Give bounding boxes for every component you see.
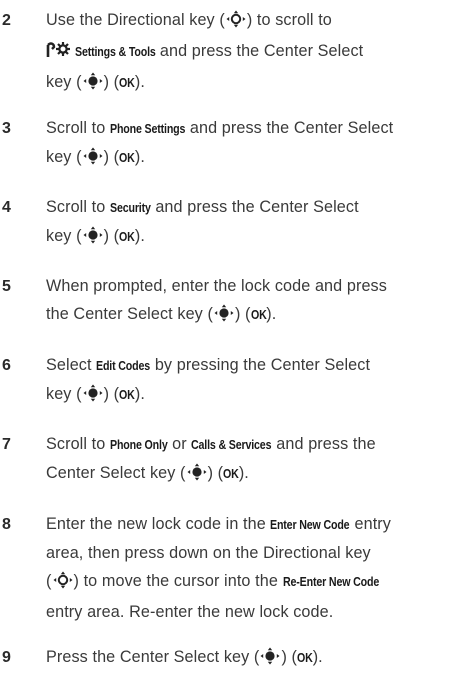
text-run: ) ( <box>207 464 224 482</box>
step-text-line: Scroll to Phone Settings and press the C… <box>46 114 452 143</box>
text-run: key ( <box>46 227 82 245</box>
step-text-line: Settings & Tools and press the Center Se… <box>46 37 452 68</box>
step-text-line: When prompted, enter the lock code and p… <box>46 272 452 300</box>
text-run: Scroll to <box>46 435 110 453</box>
menu-item-name: Enter New Code <box>270 517 350 532</box>
step-text-line: Select Edit Codes by pressing the Center… <box>46 351 452 380</box>
text-run: Enter the new lock code in the <box>46 515 271 533</box>
step-number: 2 <box>2 12 11 29</box>
text-run: key ( <box>46 148 82 166</box>
step-text-line: Press the Center Select key ( ) (OK). <box>46 643 452 674</box>
step-text-line: key ( ) (OK). <box>46 222 452 253</box>
text-run: by pressing the Center Select <box>150 356 371 374</box>
text-run: Center Select key ( <box>46 464 186 482</box>
text-run: key ( <box>46 385 82 403</box>
text-run: Scroll to <box>46 119 110 137</box>
menu-item-name: OK <box>297 650 313 665</box>
step-text-line: Scroll to Security and press the Center … <box>46 193 452 222</box>
step-text: Scroll to Phone Settings and press the C… <box>46 114 452 174</box>
menu-item-name: OK <box>119 150 135 165</box>
instruction-page: 2 Use the Directional key ( ) to scroll to… <box>0 0 456 667</box>
text-run: or <box>167 435 192 453</box>
text-run: ) ( <box>281 648 298 666</box>
directional-key-icon <box>225 9 247 37</box>
menu-item-name: OK <box>250 307 267 322</box>
text-run: ) to move the cursor into the <box>73 572 283 590</box>
step-text: Press the Center Select key ( ) (OK). <box>46 643 452 674</box>
step-text-line: the Center Select key ( ) (OK). <box>46 300 452 331</box>
step-text: Select Edit Codes by pressing the Center… <box>46 351 452 411</box>
center-select-key-icon <box>82 225 104 253</box>
step-number: 3 <box>2 120 11 137</box>
step-text: Use the Directional key () to scroll to … <box>46 6 452 99</box>
center-select-key-icon <box>82 71 104 99</box>
center-select-key-icon <box>82 383 104 411</box>
settings-tools-icon <box>46 40 70 68</box>
directional-key-icon <box>52 570 74 598</box>
step-number: 9 <box>2 649 11 666</box>
text-run: area, then press down on the Directional… <box>46 544 371 562</box>
step-text-line: Use the Directional key ( ) to scroll to <box>46 6 452 37</box>
menu-item-name: Phone Settings <box>109 121 186 136</box>
menu-item-name: Re-Enter New Code <box>282 574 379 589</box>
text-run: Select <box>46 356 97 374</box>
step-text: Scroll to Phone Only or Calls & Services… <box>46 430 452 490</box>
text-run: ). <box>266 305 277 323</box>
step-text-line: key ( ) (OK). <box>46 68 452 99</box>
text-run: ) to scroll to <box>246 11 332 29</box>
menu-item-name: Phone Only <box>109 437 168 452</box>
center-select-key-icon <box>259 646 281 674</box>
center-select-key-icon <box>82 146 104 174</box>
text-run: ). <box>134 73 145 91</box>
menu-item-name: OK <box>119 229 135 244</box>
text-run: ). <box>134 148 145 166</box>
text-run: and press the Center Select <box>155 42 364 60</box>
text-run: entry area. Re-enter the new lock code. <box>46 603 334 621</box>
step-text-line: key ( ) (OK). <box>46 143 452 174</box>
text-run: ) ( <box>103 73 120 91</box>
step-text-line: Center Select key ( ) (OK). <box>46 459 452 490</box>
step-text: Scroll to Security and press the Center … <box>46 193 452 253</box>
text-run: and press the Center Select <box>185 119 394 137</box>
step-text-line: key ( ) (OK). <box>46 380 452 411</box>
text-run: ) ( <box>234 305 251 323</box>
text-run: ) ( <box>103 227 120 245</box>
center-select-key-icon <box>186 462 208 490</box>
menu-item-name: Security <box>109 200 151 215</box>
step-text-line: area, then press down on the Directional… <box>46 539 452 567</box>
step-number: 5 <box>2 278 11 295</box>
text-run: ). <box>238 464 249 482</box>
text-run: ). <box>312 648 323 666</box>
menu-item-name: Calls & Services <box>191 437 272 452</box>
menu-item-name: OK <box>119 75 135 90</box>
text-run: ). <box>134 385 145 403</box>
step-number: 8 <box>2 516 11 533</box>
step-text-line: Enter the new lock code in the Enter New… <box>46 510 452 539</box>
text-run: Press the Center Select key ( <box>46 648 260 666</box>
text-run: ) ( <box>103 385 120 403</box>
text-run: ) ( <box>103 148 120 166</box>
step-text-line: () to move the cursor into the Re-Enter … <box>46 567 452 598</box>
text-run: and press the <box>271 435 376 453</box>
step-number: 7 <box>2 436 11 453</box>
menu-item-name: Settings & Tools <box>74 44 156 59</box>
step-text: Enter the new lock code in the Enter New… <box>46 510 452 626</box>
text-run: ). <box>134 227 145 245</box>
step-number: 6 <box>2 357 11 374</box>
center-select-key-icon <box>213 303 235 331</box>
text-run: entry <box>349 515 391 533</box>
step-number: 4 <box>2 199 11 216</box>
step-text-line: entry area. Re-enter the new lock code. <box>46 598 452 626</box>
menu-item-name: Edit Codes <box>96 358 151 373</box>
menu-item-name: OK <box>119 387 135 402</box>
text-run: When prompted, enter the lock code and p… <box>46 277 387 295</box>
step-text: When prompted, enter the lock code and p… <box>46 272 452 331</box>
text-run: the Center Select key ( <box>46 305 213 323</box>
menu-item-name: OK <box>223 466 239 481</box>
text-run: key ( <box>46 73 82 91</box>
text-run: and press the Center Select <box>150 198 359 216</box>
text-run: Use the Directional key ( <box>46 11 225 29</box>
text-run: Scroll to <box>46 198 110 216</box>
step-text-line: Scroll to Phone Only or Calls & Services… <box>46 430 452 459</box>
